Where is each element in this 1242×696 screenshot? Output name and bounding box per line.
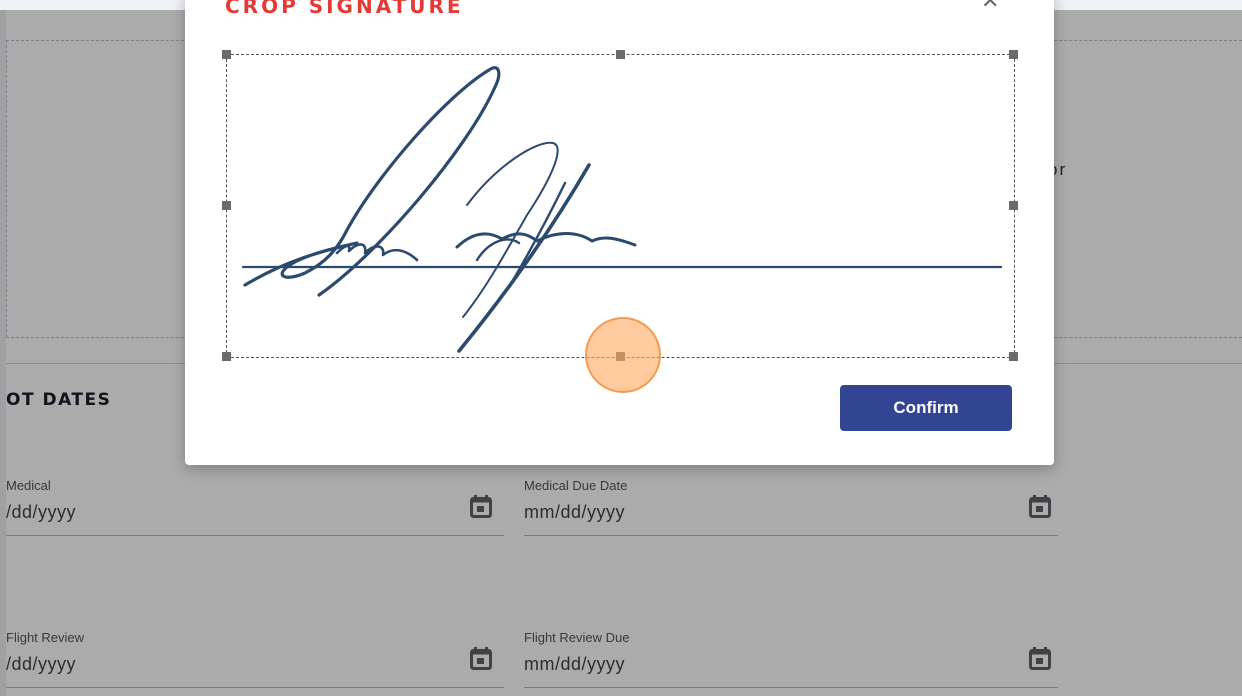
crop-handle-right[interactable]: [1009, 201, 1018, 210]
confirm-button[interactable]: Confirm: [840, 385, 1012, 431]
close-icon[interactable]: ✕: [981, 0, 999, 12]
crop-signature-dialog: CROP SIGNATURE ✕ Confirm: [185, 0, 1054, 465]
crop-handle-top-right[interactable]: [1009, 50, 1018, 59]
crop-handle-bottom-right[interactable]: [1009, 352, 1018, 361]
crop-handle-top[interactable]: [616, 50, 625, 59]
dialog-title: CROP SIGNATURE: [225, 0, 464, 18]
page: or OT DATES Medical /dd/yyyy Medical Due…: [0, 0, 1242, 696]
crop-frame[interactable]: [222, 50, 1018, 361]
click-indicator: [585, 317, 661, 393]
crop-handle-top-left[interactable]: [222, 50, 231, 59]
crop-handle-left[interactable]: [222, 201, 231, 210]
signature-image: [241, 66, 1003, 353]
crop-handle-bottom-left[interactable]: [222, 352, 231, 361]
